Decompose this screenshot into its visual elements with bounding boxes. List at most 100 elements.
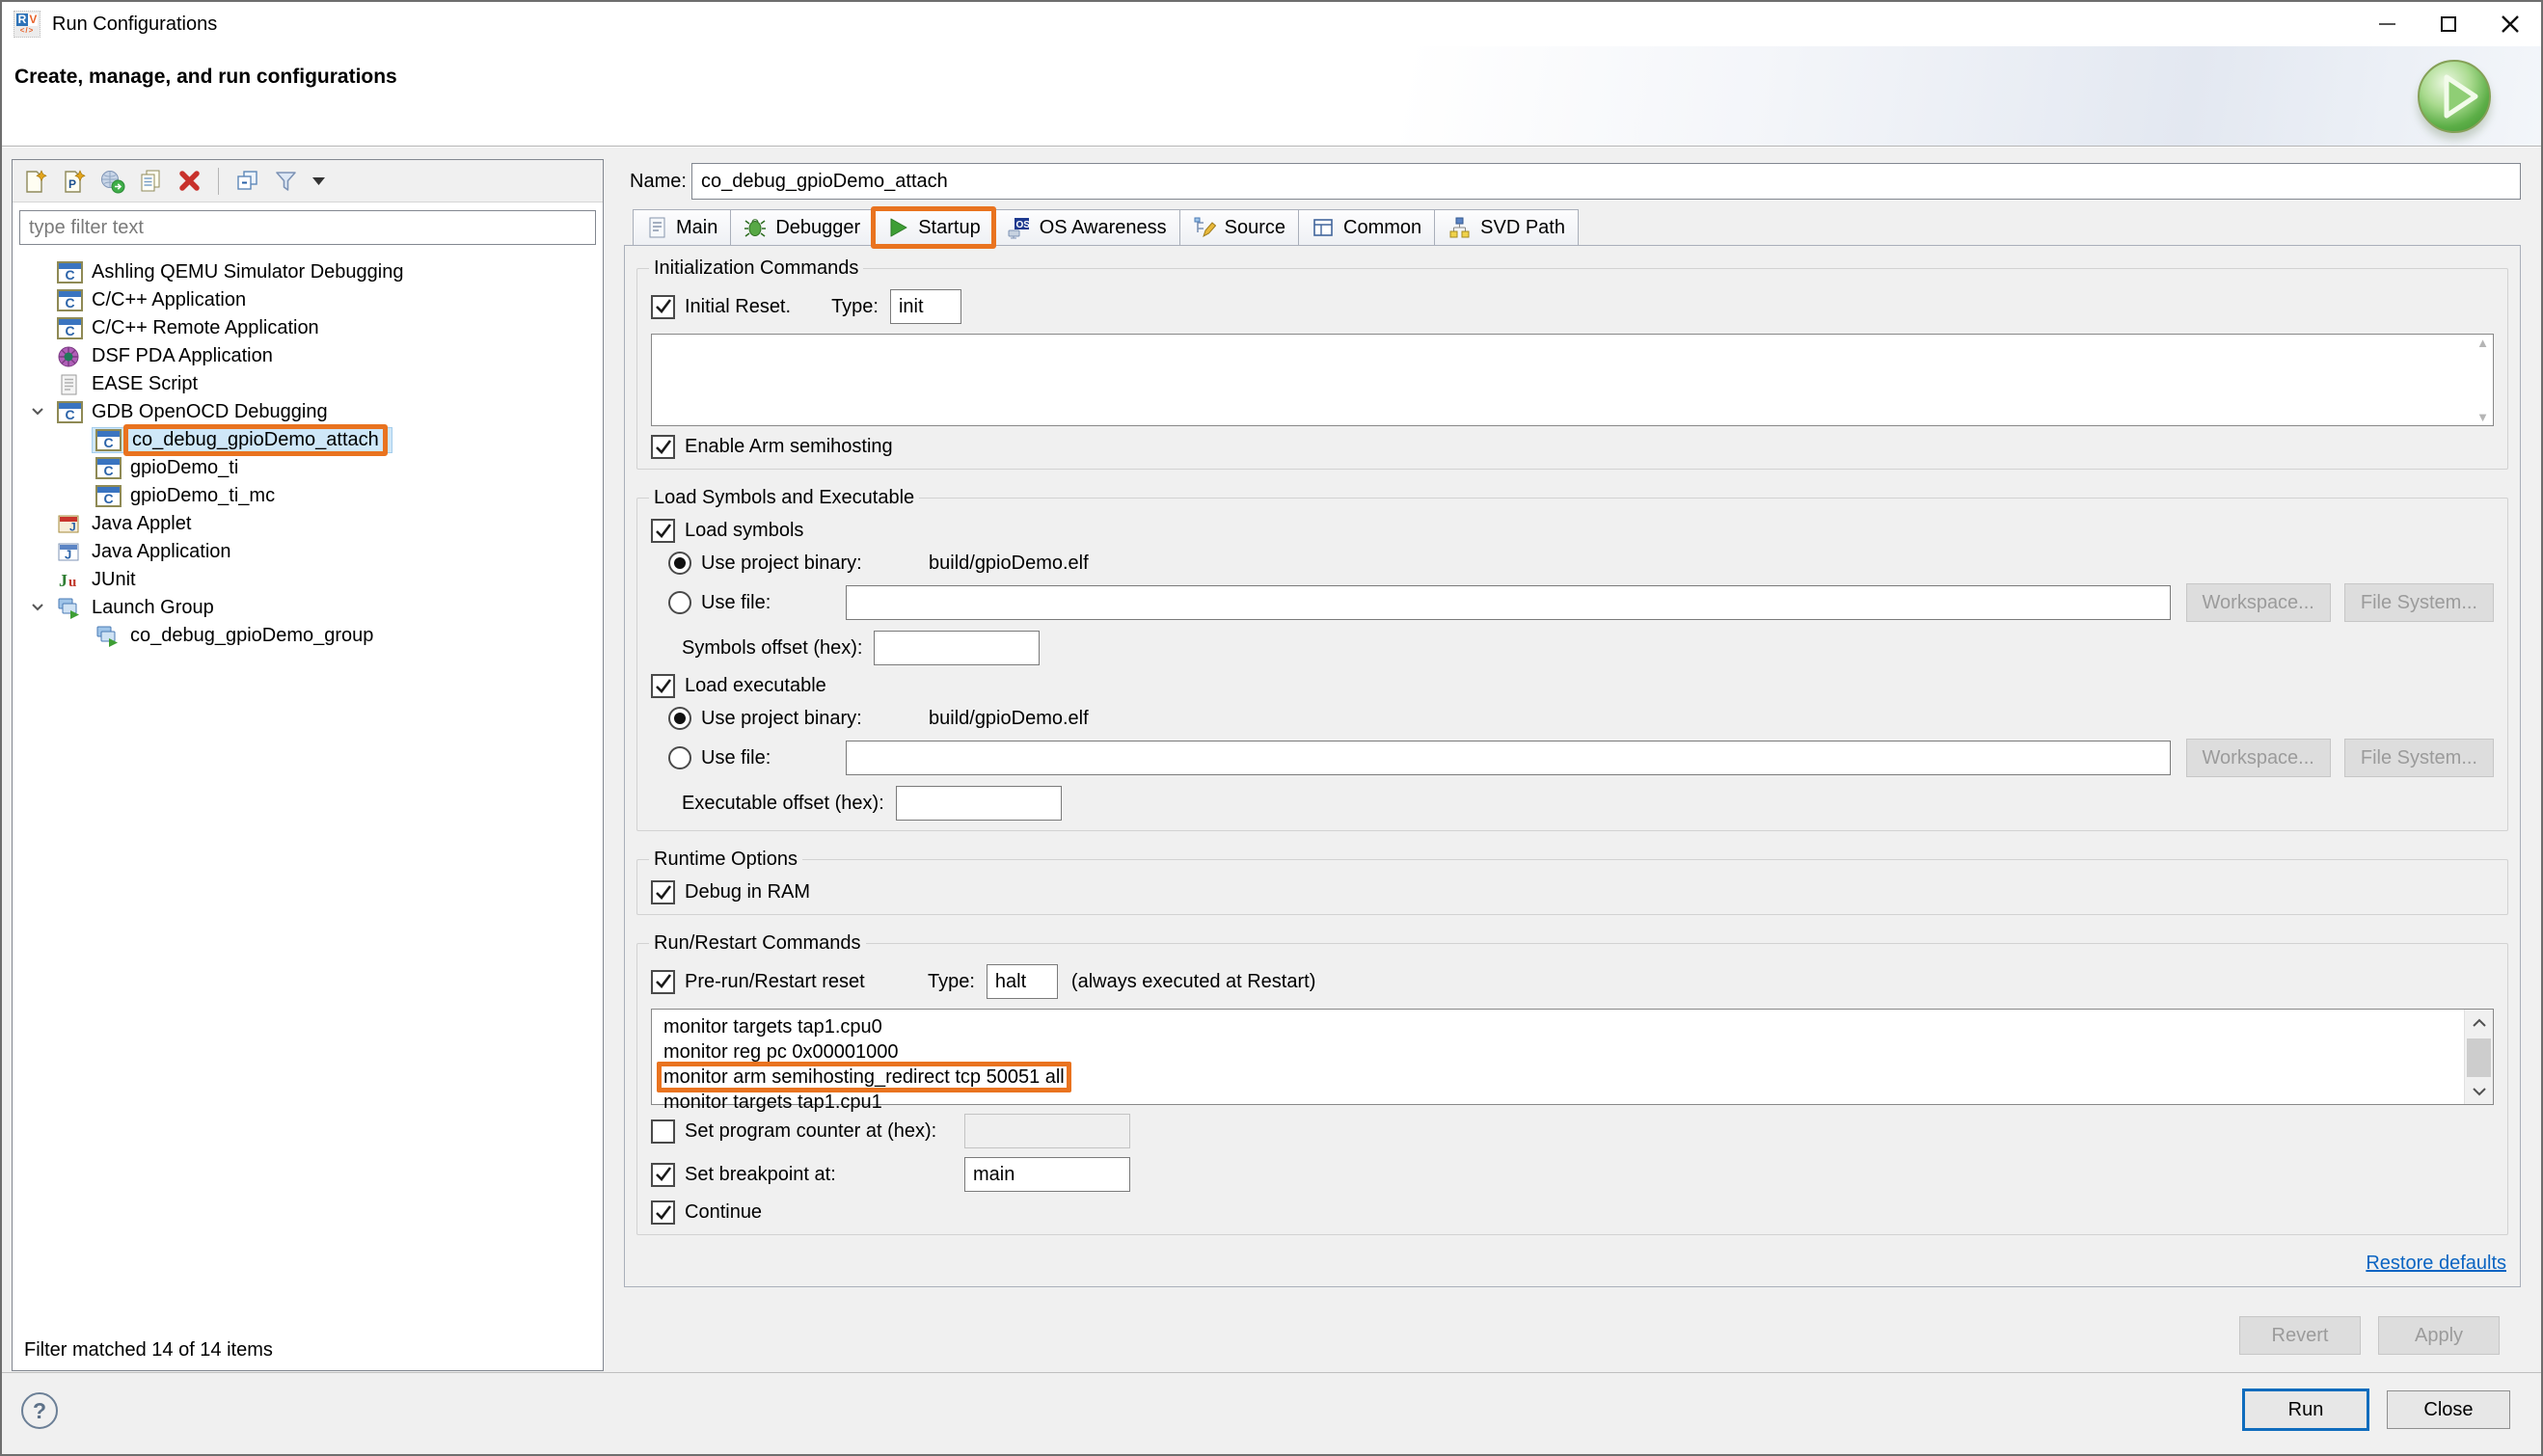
- scrollbar-thumb[interactable]: [2467, 1038, 2491, 1077]
- initial-reset-checkbox[interactable]: [651, 295, 675, 319]
- restart-type-input[interactable]: [987, 964, 1058, 999]
- dialog-button-bar: ? Run Close: [2, 1372, 2541, 1454]
- tree-item-selected[interactable]: co_debug_gpioDemo_attach: [13, 426, 603, 454]
- symbols-use-file-radio[interactable]: [668, 591, 691, 614]
- tree-item[interactable]: J Java Applet: [13, 510, 603, 538]
- new-configuration-icon[interactable]: [22, 168, 48, 194]
- tree-selection: co_debug_gpioDemo_attach: [93, 428, 392, 452]
- scroll-up-icon[interactable]: [2465, 1010, 2494, 1035]
- semihosting-checkbox[interactable]: [651, 435, 675, 459]
- scroll-down-icon[interactable]: [2465, 1079, 2494, 1104]
- check-icon: [655, 440, 672, 455]
- tree-item[interactable]: EASE Script: [13, 370, 603, 398]
- tab-bar: Main Debugger Startup OS OS Awareness So…: [633, 209, 1578, 246]
- tree-item[interactable]: DSF PDA Application: [13, 342, 603, 370]
- revert-button[interactable]: Revert: [2239, 1316, 2361, 1355]
- check-icon: [655, 974, 672, 989]
- name-input[interactable]: [691, 163, 2521, 200]
- load-executable-checkbox[interactable]: [651, 674, 675, 698]
- init-commands-textarea[interactable]: ▲▼: [651, 334, 2494, 426]
- check-icon: [655, 299, 672, 314]
- close-window-button[interactable]: [2479, 2, 2541, 46]
- c-application-icon: [95, 485, 122, 507]
- symbols-file-system-button[interactable]: File System...: [2344, 583, 2494, 622]
- tree-item[interactable]: gpioDemo_ti: [13, 454, 603, 482]
- debug-in-ram-label: Debug in RAM: [685, 881, 810, 903]
- run-commands-textarea[interactable]: monitor targets tap1.cpu0 monitor reg pc…: [651, 1009, 2494, 1105]
- duplicate-configuration-icon[interactable]: [138, 168, 164, 194]
- tab-common[interactable]: Common: [1298, 209, 1435, 246]
- use-file-label: Use file:: [701, 747, 846, 769]
- filter-input[interactable]: [19, 210, 596, 245]
- common-tab-icon: [1312, 216, 1335, 239]
- debug-in-ram-checkbox[interactable]: [651, 880, 675, 904]
- executable-offset-input[interactable]: [896, 786, 1062, 821]
- tree-item[interactable]: J Java Application: [13, 538, 603, 566]
- tab-main[interactable]: Main: [633, 209, 731, 246]
- load-symbols-checkbox[interactable]: [651, 519, 675, 543]
- new-prototype-icon[interactable]: P: [61, 168, 87, 194]
- set-breakpoint-checkbox[interactable]: [651, 1163, 675, 1187]
- run-button[interactable]: Run: [2242, 1389, 2369, 1431]
- dsf-pda-icon: [57, 345, 83, 367]
- tree-item[interactable]: co_debug_gpioDemo_group: [13, 622, 603, 650]
- restore-defaults-link[interactable]: Restore defaults: [2366, 1253, 2506, 1275]
- apply-button[interactable]: Apply: [2378, 1316, 2500, 1355]
- reset-type-input[interactable]: [890, 289, 961, 324]
- c-application-icon: [57, 317, 83, 339]
- tab-source[interactable]: Source: [1179, 209, 1299, 246]
- export-configuration-icon[interactable]: [99, 168, 125, 194]
- junit-icon: Ju: [57, 569, 83, 591]
- executable-workspace-button[interactable]: Workspace...: [2186, 739, 2331, 777]
- filter-icon[interactable]: [273, 168, 299, 194]
- minimize-button[interactable]: [2356, 2, 2418, 46]
- chevron-down-icon[interactable]: [30, 405, 45, 418]
- continue-checkbox[interactable]: [651, 1200, 675, 1225]
- collapse-all-icon[interactable]: [234, 168, 260, 194]
- breakpoint-input[interactable]: [964, 1157, 1130, 1192]
- maximize-button[interactable]: [2418, 2, 2479, 46]
- initialization-commands-group: Initialization Commands Initial Reset. T…: [636, 257, 2508, 470]
- svg-text:J: J: [69, 521, 76, 534]
- delete-configuration-icon[interactable]: [176, 168, 203, 194]
- executable-project-binary-radio[interactable]: [668, 707, 691, 730]
- chevron-down-icon[interactable]: [30, 601, 45, 614]
- tab-startup[interactable]: Startup: [873, 209, 993, 246]
- tab-os-awareness[interactable]: OS OS Awareness: [993, 209, 1180, 246]
- tree-item[interactable]: Ashling QEMU Simulator Debugging: [13, 258, 603, 286]
- symbols-offset-input[interactable]: [874, 631, 1040, 665]
- dialog-body: P: [2, 148, 2541, 1376]
- close-icon: [2500, 13, 2521, 35]
- help-icon[interactable]: ?: [21, 1392, 58, 1429]
- titlebar: RV </> Run Configurations: [2, 2, 2541, 46]
- set-pc-input[interactable]: [964, 1114, 1130, 1148]
- group-title: Runtime Options: [649, 849, 802, 871]
- tree-item[interactable]: Launch Group: [13, 594, 603, 622]
- executable-file-system-button[interactable]: File System...: [2344, 739, 2494, 777]
- symbols-workspace-button[interactable]: Workspace...: [2186, 583, 2331, 622]
- dialog-header: Create, manage, and run configurations: [2, 46, 2541, 147]
- symbols-project-binary-radio[interactable]: [668, 552, 691, 575]
- tab-svd-path[interactable]: SVD Path: [1434, 209, 1579, 246]
- symbols-file-input[interactable]: [846, 585, 2171, 620]
- vertical-scrollbar[interactable]: [2464, 1010, 2493, 1104]
- tree-item[interactable]: gpioDemo_ti_mc: [13, 482, 603, 510]
- tree-item[interactable]: C/C++ Application: [13, 286, 603, 314]
- toolbar-menu-arrow-icon[interactable]: [311, 168, 325, 194]
- set-pc-checkbox[interactable]: [651, 1119, 675, 1144]
- tree-item[interactable]: C/C++ Remote Application: [13, 314, 603, 342]
- close-button[interactable]: Close: [2387, 1390, 2510, 1429]
- app-icon: RV </>: [14, 11, 41, 38]
- c-application-icon: [95, 457, 122, 479]
- continue-label: Continue: [685, 1201, 762, 1224]
- java-applet-icon: J: [57, 513, 83, 535]
- name-row: Name:: [630, 163, 2521, 200]
- tree-item[interactable]: Ju JUnit: [13, 566, 603, 594]
- prerun-reset-checkbox[interactable]: [651, 970, 675, 994]
- initial-reset-label: Initial Reset.: [685, 296, 791, 318]
- executable-use-file-radio[interactable]: [668, 746, 691, 769]
- group-title: Run/Restart Commands: [649, 932, 866, 955]
- tree-item[interactable]: GDB OpenOCD Debugging: [13, 398, 603, 426]
- tab-debugger[interactable]: Debugger: [730, 209, 874, 246]
- executable-file-input[interactable]: [846, 741, 2171, 775]
